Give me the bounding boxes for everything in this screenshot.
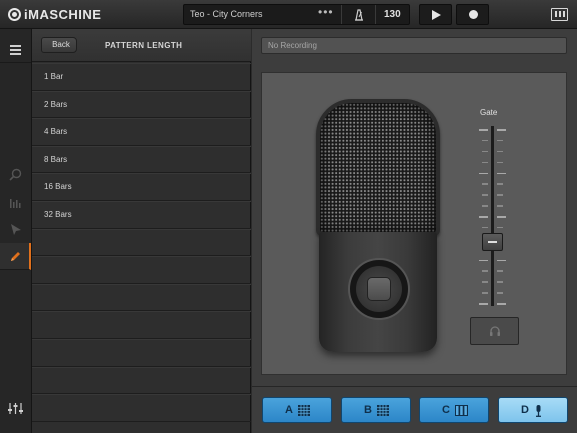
list-item	[32, 228, 251, 257]
gate-tick	[482, 139, 488, 142]
pattern-length-panel: Back PATTERN LENGTH 1 Bar 2 Bars 4 Bars …	[32, 29, 251, 433]
gate-tick	[482, 183, 488, 185]
gate-slider-handle[interactable]	[482, 233, 503, 252]
select-arrow-icon[interactable]	[10, 223, 22, 236]
song-title: Teo - City Corners	[190, 9, 263, 19]
gate-tick	[497, 226, 503, 229]
metronome-icon[interactable]	[352, 8, 366, 21]
app-name: iMASCHINE	[24, 7, 102, 22]
pads-icon	[377, 405, 389, 416]
top-bar: iMASCHINE Teo - City Corners ••• 130	[0, 0, 577, 29]
gate-tick	[497, 129, 506, 131]
menu-button[interactable]	[0, 36, 31, 63]
recording-status: No Recording	[261, 37, 567, 54]
record-ring	[348, 258, 410, 320]
gate-tick	[482, 194, 488, 196]
gate-tick	[497, 139, 503, 142]
list-item	[32, 311, 251, 339]
microphone	[316, 99, 440, 353]
divider	[252, 386, 577, 387]
group-d-button[interactable]: D	[498, 397, 568, 423]
list-item	[32, 256, 251, 284]
gate-tick	[482, 150, 488, 153]
pattern-length-list: 1 Bar 2 Bars 4 Bars 8 Bars 16 Bars 32 Ba…	[32, 63, 251, 422]
panel-title: PATTERN LENGTH	[105, 41, 183, 50]
divider	[341, 5, 342, 24]
keyboard-icon	[455, 405, 468, 416]
gate-tick	[497, 216, 506, 218]
list-item	[32, 394, 251, 422]
list-item	[32, 366, 251, 395]
left-navigation	[0, 29, 32, 433]
gate-tick	[482, 292, 488, 294]
record-icon	[469, 10, 478, 19]
gate-tick	[497, 292, 503, 294]
pencil-icon	[11, 252, 20, 261]
recorder-stage: Gate	[261, 72, 567, 375]
list-item	[32, 338, 251, 367]
group-c-button[interactable]: C	[419, 397, 489, 423]
microphone-icon	[536, 405, 541, 417]
gate-tick	[479, 172, 488, 174]
gate-tick	[497, 161, 503, 164]
app-logo: iMASCHINE	[8, 7, 101, 22]
panel-header: Back PATTERN LENGTH	[32, 29, 251, 62]
play-button[interactable]	[419, 4, 452, 25]
gate-tick	[497, 194, 503, 196]
list-item	[32, 283, 251, 312]
gate-tick	[482, 226, 488, 229]
gate-tick	[479, 216, 488, 218]
back-button[interactable]: Back	[41, 37, 77, 53]
divider	[375, 5, 376, 24]
list-item[interactable]: 16 Bars	[32, 173, 251, 201]
list-item[interactable]: 32 Bars	[32, 200, 251, 229]
gate-tick	[482, 281, 488, 283]
browser-toggle-icon[interactable]	[551, 8, 568, 21]
mic-record-button[interactable]	[367, 277, 391, 301]
search-icon[interactable]	[9, 168, 22, 181]
gate-slider-track[interactable]	[491, 126, 494, 306]
microphone-grille	[316, 99, 440, 236]
gate-label: Gate	[480, 108, 498, 117]
gate-tick	[479, 303, 488, 305]
gate-tick	[482, 205, 488, 207]
more-options-button[interactable]: •••	[318, 5, 334, 19]
headphones-icon	[490, 326, 500, 336]
tempo-display[interactable]: 130	[384, 9, 401, 20]
gate-tick	[497, 205, 503, 207]
song-display[interactable]: Teo - City Corners ••• 130	[183, 4, 410, 25]
logo-mark-icon	[8, 8, 21, 21]
microphone-body	[319, 232, 437, 352]
edit-mode-button[interactable]	[0, 243, 31, 270]
list-item[interactable]: 2 Bars	[32, 90, 251, 119]
play-icon	[432, 10, 441, 20]
gate-tick	[497, 303, 506, 305]
record-button[interactable]	[456, 4, 489, 25]
list-item[interactable]: 4 Bars	[32, 118, 251, 146]
group-a-button[interactable]: A	[262, 397, 332, 423]
gate-tick	[497, 281, 503, 283]
gate-tick	[497, 150, 503, 153]
gate-tick	[497, 183, 503, 185]
gate-tick	[479, 129, 488, 131]
gate-tick	[479, 259, 488, 261]
sampler-recorder: No Recording Gate A B C D	[252, 29, 577, 433]
list-item[interactable]: 8 Bars	[32, 145, 251, 174]
mixer-icon[interactable]	[7, 402, 24, 415]
gate-tick	[497, 259, 506, 261]
gate-tick	[497, 172, 506, 174]
list-item[interactable]: 1 Bar	[32, 63, 251, 91]
group-b-button[interactable]: B	[341, 397, 411, 423]
pads-icon	[298, 405, 310, 416]
mixer-levels-icon[interactable]	[9, 196, 22, 208]
monitor-button[interactable]	[470, 317, 519, 345]
gate-tick	[482, 270, 488, 272]
gate-tick	[482, 161, 488, 164]
gate-tick	[497, 270, 503, 272]
